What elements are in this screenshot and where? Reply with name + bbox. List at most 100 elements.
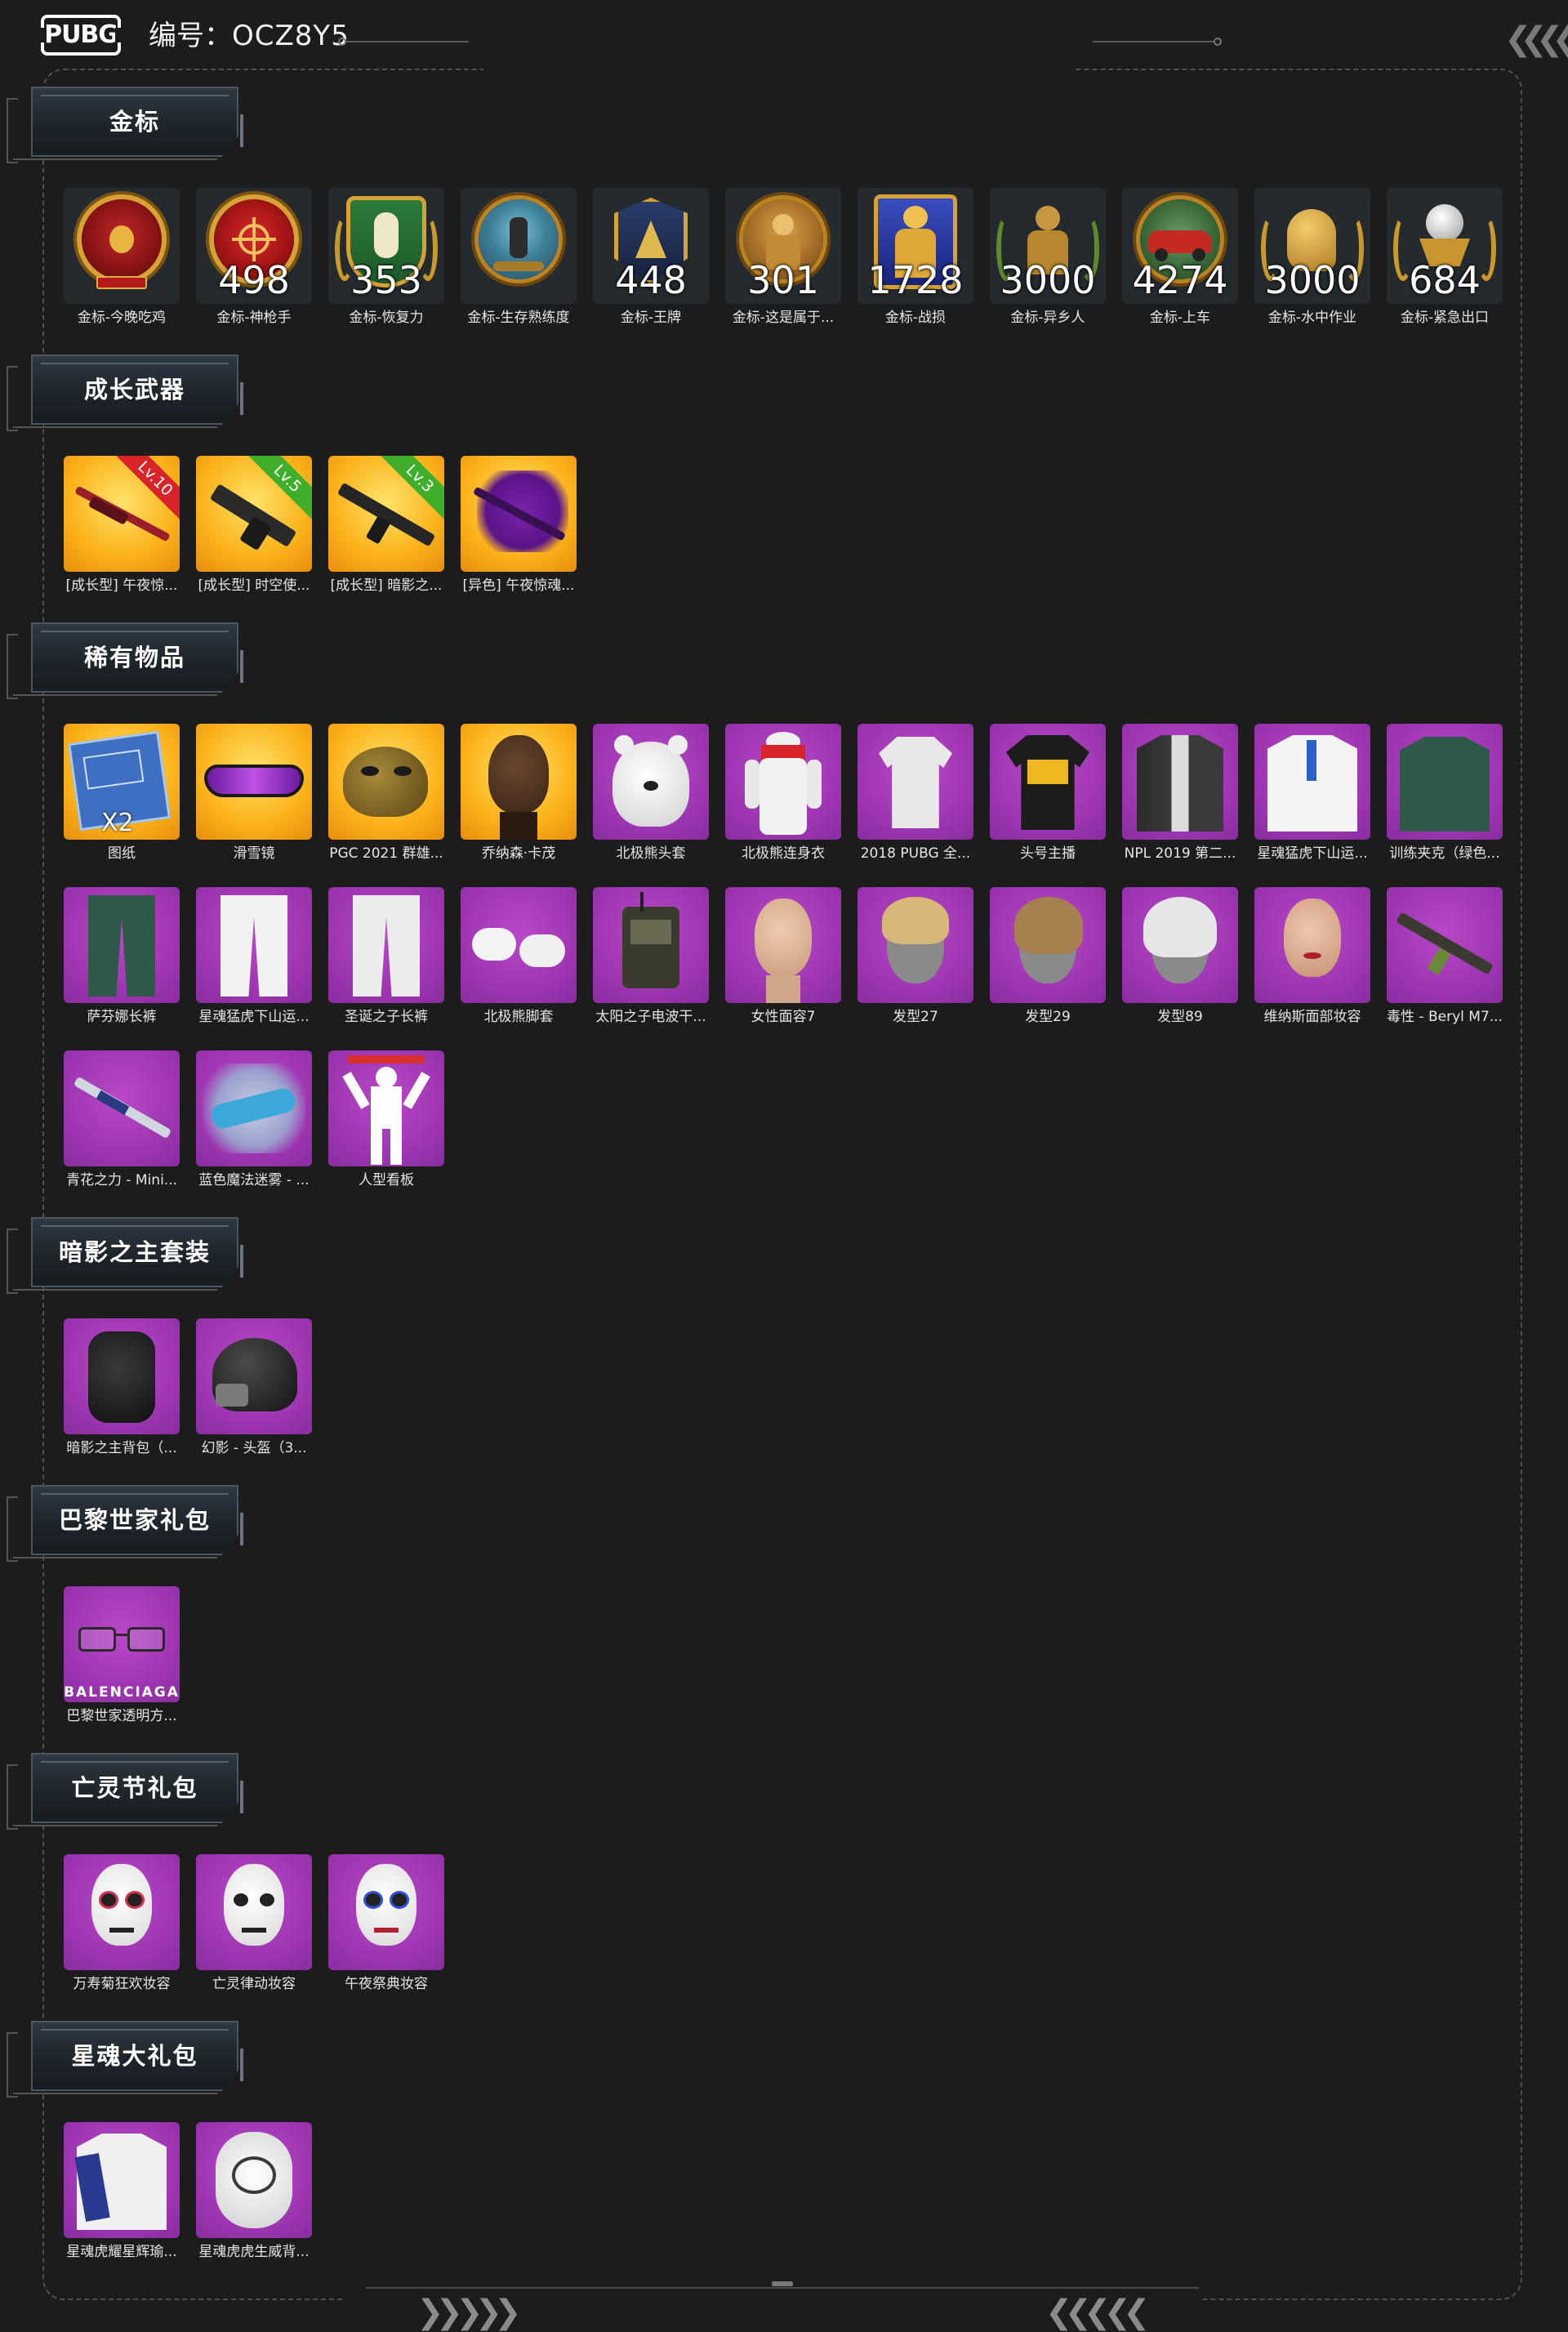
list-item[interactable]: Lv.10 [成长型] 午夜惊...	[64, 456, 180, 595]
list-item[interactable]: 发型29	[990, 887, 1106, 1026]
item-label: 金标-生存熟练度	[467, 310, 570, 326]
human-board-icon	[328, 1050, 444, 1166]
list-item[interactable]: 暗影之主背包（...	[64, 1318, 180, 1457]
list-item[interactable]: 圣诞之子长裤	[328, 887, 444, 1026]
tshirt-icon	[858, 724, 973, 840]
list-item[interactable]: 金标-今晚吃鸡	[64, 188, 180, 327]
list-item[interactable]: [异色] 午夜惊魂...	[461, 456, 577, 595]
list-item[interactable]: 1728 金标-战损	[858, 188, 973, 327]
item-label: 发型27	[893, 1009, 938, 1025]
item-quantity: X2	[101, 809, 134, 837]
item-label: 女性面容7	[751, 1009, 816, 1025]
white-pants-2-icon	[328, 887, 444, 1003]
list-item[interactable]: 幻影 - 头盔（3...	[196, 1318, 312, 1457]
female-face-icon	[725, 887, 841, 1003]
item-label: 毒性 - Beryl M7...	[1387, 1009, 1503, 1025]
skull-makeup-icon	[64, 1854, 180, 1970]
hairstyle-29-icon	[990, 887, 1106, 1003]
divider-line-left	[346, 41, 469, 42]
section-header: 亡灵节礼包	[7, 1748, 243, 1830]
magic-mist-icon	[196, 1050, 312, 1166]
section-header: 星魂大礼包	[7, 2016, 243, 2098]
survival-badge-icon	[461, 188, 577, 304]
item-label: [成长型] 午夜惊...	[65, 577, 178, 594]
code-label: 编号：	[149, 20, 232, 52]
list-item[interactable]: 万寿菊狂欢妆容	[64, 1854, 180, 1993]
bottom-notch	[772, 2281, 793, 2286]
blueprint-icon: X2	[64, 724, 180, 840]
badge-value: 353	[350, 258, 422, 302]
list-item[interactable]: 女性面容7	[725, 887, 841, 1026]
item-label: 圣诞之子长裤	[345, 1009, 428, 1025]
list-item[interactable]: X2 图纸	[64, 724, 180, 863]
helmet-icon	[196, 1318, 312, 1434]
list-item[interactable]: 毒性 - Beryl M7...	[1387, 887, 1503, 1026]
brand-label: BALENCIAGA	[64, 1684, 180, 1701]
list-item[interactable]: 发型27	[858, 887, 973, 1026]
list-item[interactable]: 301 金标-这是属于...	[725, 188, 841, 327]
list-item[interactable]: 3000 金标-异乡人	[990, 188, 1106, 327]
section-header: 成长武器	[7, 350, 243, 431]
list-item[interactable]: 星魂虎耀星辉瑜...	[64, 2122, 180, 2261]
section-header: 暗影之主套装	[7, 1212, 243, 1294]
chevron-right-icon: ❯❯ ❯❯❯	[416, 2294, 522, 2330]
list-item[interactable]: 星魂猛虎下山运...	[1254, 724, 1370, 863]
list-item[interactable]: 北极熊连身衣	[725, 724, 841, 863]
list-item[interactable]: 星魂虎虎生威背...	[196, 2122, 312, 2261]
item-label: 发型89	[1157, 1009, 1203, 1025]
list-item[interactable]: 午夜祭典妆容	[328, 1854, 444, 1993]
list-item[interactable]: 头号主播	[990, 724, 1106, 863]
list-item[interactable]: 青花之力 - Mini...	[64, 1050, 180, 1189]
list-item[interactable]: 4274 金标-上车	[1122, 188, 1238, 327]
list-item[interactable]: 北极熊脚套	[461, 887, 577, 1026]
list-item[interactable]: 太阳之子电波干...	[593, 887, 709, 1026]
list-item[interactable]: 3000 金标-水中作业	[1254, 188, 1370, 327]
badge-value: 498	[218, 258, 290, 302]
item-label: 金标-紧急出口	[1400, 310, 1490, 326]
list-item[interactable]: 353 金标-恢复力	[328, 188, 444, 327]
list-item[interactable]: 人型看板	[328, 1050, 444, 1189]
section-header: 金标	[7, 82, 243, 163]
list-item[interactable]: 发型89	[1122, 887, 1238, 1026]
item-label: 2018 PUBG 全...	[860, 845, 971, 862]
list-item[interactable]: 萨芬娜长裤	[64, 887, 180, 1026]
list-item[interactable]: 498 金标-神枪手	[196, 188, 312, 327]
list-item[interactable]: 滑雪镜	[196, 724, 312, 863]
divider-dot-right	[1214, 38, 1222, 46]
item-label: 巴黎世家透明方...	[66, 1708, 177, 1724]
list-item[interactable]: PGC 2021 群雄...	[328, 724, 444, 863]
smg-icon: Lv.5	[196, 456, 312, 572]
list-item[interactable]: 亡灵律动妆容	[196, 1854, 312, 1993]
list-item[interactable]: 448 金标-王牌	[593, 188, 709, 327]
list-item[interactable]: 北极熊头套	[593, 724, 709, 863]
beryl-rifle-icon	[1387, 887, 1503, 1003]
item-label: 发型29	[1025, 1009, 1071, 1025]
list-item[interactable]: 星魂猛虎下山运...	[196, 887, 312, 1026]
list-item[interactable]: NPL 2019 第二...	[1122, 724, 1238, 863]
chevron-left-icon: ❮❮❮❮	[1503, 21, 1568, 57]
item-label: 青花之力 - Mini...	[65, 1172, 178, 1188]
list-item[interactable]: 维纳斯面部妆容	[1254, 887, 1370, 1026]
section-title: 金标	[109, 108, 160, 136]
rifle-red-icon: Lv.10	[64, 456, 180, 572]
item-label: 蓝色魔法迷雾 - ...	[198, 1172, 310, 1188]
code-value: OCZ8Y5	[232, 20, 350, 52]
list-item[interactable]: 2018 PUBG 全...	[858, 724, 973, 863]
item-label: [异色] 午夜惊魂...	[462, 577, 575, 594]
list-item[interactable]: 蓝色魔法迷雾 - ...	[196, 1050, 312, 1189]
list-item[interactable]: 乔纳森·卡茂	[461, 724, 577, 863]
list-item[interactable]: 金标-生存熟练度	[461, 188, 577, 327]
tiger-backpack-icon	[196, 2122, 312, 2238]
list-item[interactable]: 训练夹克（绿色...	[1387, 724, 1503, 863]
list-item[interactable]: 684 金标-紧急出口	[1387, 188, 1503, 327]
item-label: 北极熊连身衣	[742, 845, 825, 862]
green-jacket-icon	[1387, 724, 1503, 840]
item-label: 星魂虎虎生威背...	[198, 2244, 310, 2260]
list-item[interactable]: BALENCIAGA 巴黎世家透明方...	[64, 1586, 180, 1725]
list-item[interactable]: Lv.5 [成长型] 时空使...	[196, 456, 312, 595]
item-label: 金标-上车	[1149, 310, 1211, 326]
item-label: 万寿菊狂欢妆容	[73, 1976, 171, 1992]
star-jacket-icon	[64, 2122, 180, 2238]
list-item[interactable]: Lv.3 [成长型] 暗影之...	[328, 456, 444, 595]
item-label: 金标-神枪手	[216, 310, 292, 326]
